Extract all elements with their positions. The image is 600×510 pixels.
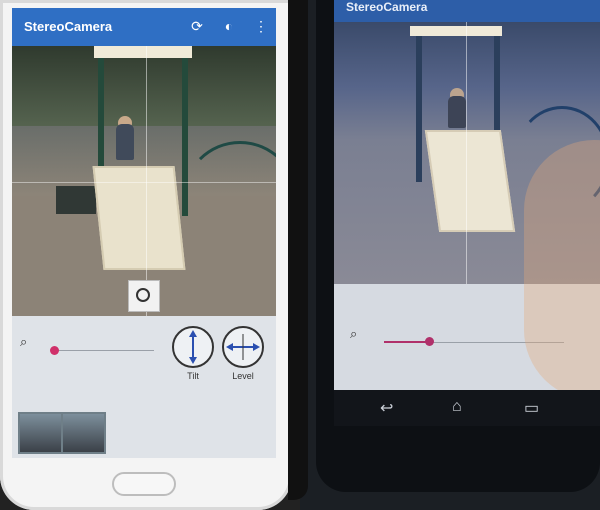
play-structure-roof [410,26,502,36]
thumbnail-right[interactable] [63,414,104,452]
tilt-arrows-icon [189,330,197,364]
search-icon: ⌕ [20,334,28,349]
play-structure-post [416,32,422,182]
level-label: Level [232,371,254,381]
back-icon[interactable]: ↩ [380,398,393,418]
left-app-bar: StereoCamera ⟳ ◐ ⋮ [12,8,276,46]
trees [12,46,276,126]
captured-thumbnails[interactable] [18,412,106,454]
aperture-icon [136,288,150,302]
tilt-dial[interactable] [172,326,214,368]
nav-bar: ↩ ⌂ ▭ [334,390,600,426]
thumbnail-left[interactable] [20,414,61,452]
camera-preview[interactable] [12,46,276,316]
bench [56,186,96,214]
zoom-slider-fill [384,341,429,343]
right-phone-screen: StereoCamera ⌕ [334,0,600,390]
child [116,124,134,160]
center-guide-horizontal [12,182,276,183]
center-guide-vertical [146,46,147,316]
slide [424,130,516,232]
left-phone-screen: StereoCamera ⟳ ◐ ⋮ ⌕ Tilt Level [12,8,276,458]
search-icon: ⌕ [350,326,358,341]
zoom-slider-track[interactable] [54,350,154,351]
zoom-slider-thumb[interactable] [50,346,59,355]
level-dial[interactable] [222,326,264,368]
controls-panel: ⌕ Tilt Level [12,316,276,458]
app-title: StereoCamera [346,0,428,14]
center-guide-vertical [466,22,467,284]
more-vert-icon[interactable]: ⋮ [252,17,270,35]
home-icon[interactable]: ⌂ [452,398,462,416]
contrast-icon[interactable]: ◐ [220,17,238,35]
tilt-label: Tilt [187,371,199,381]
home-button[interactable] [112,472,176,496]
app-title: StereoCamera [24,19,113,34]
right-phone: StereoCamera ⌕ ↩ ⌂ ▭ [316,0,600,492]
recents-icon[interactable]: ▭ [524,398,539,418]
play-structure-roof [94,46,192,58]
sync-icon[interactable]: ⟳ [188,17,206,35]
zoom-slider-thumb[interactable] [425,337,434,346]
right-app-bar: StereoCamera [334,0,600,22]
level-arrows-icon [226,334,260,360]
hand-glare [524,140,600,390]
left-phone-case [288,0,308,500]
shutter-button[interactable] [128,280,160,312]
child [448,96,466,128]
left-phone: StereoCamera ⟳ ◐ ⋮ ⌕ Tilt Level [0,0,292,510]
